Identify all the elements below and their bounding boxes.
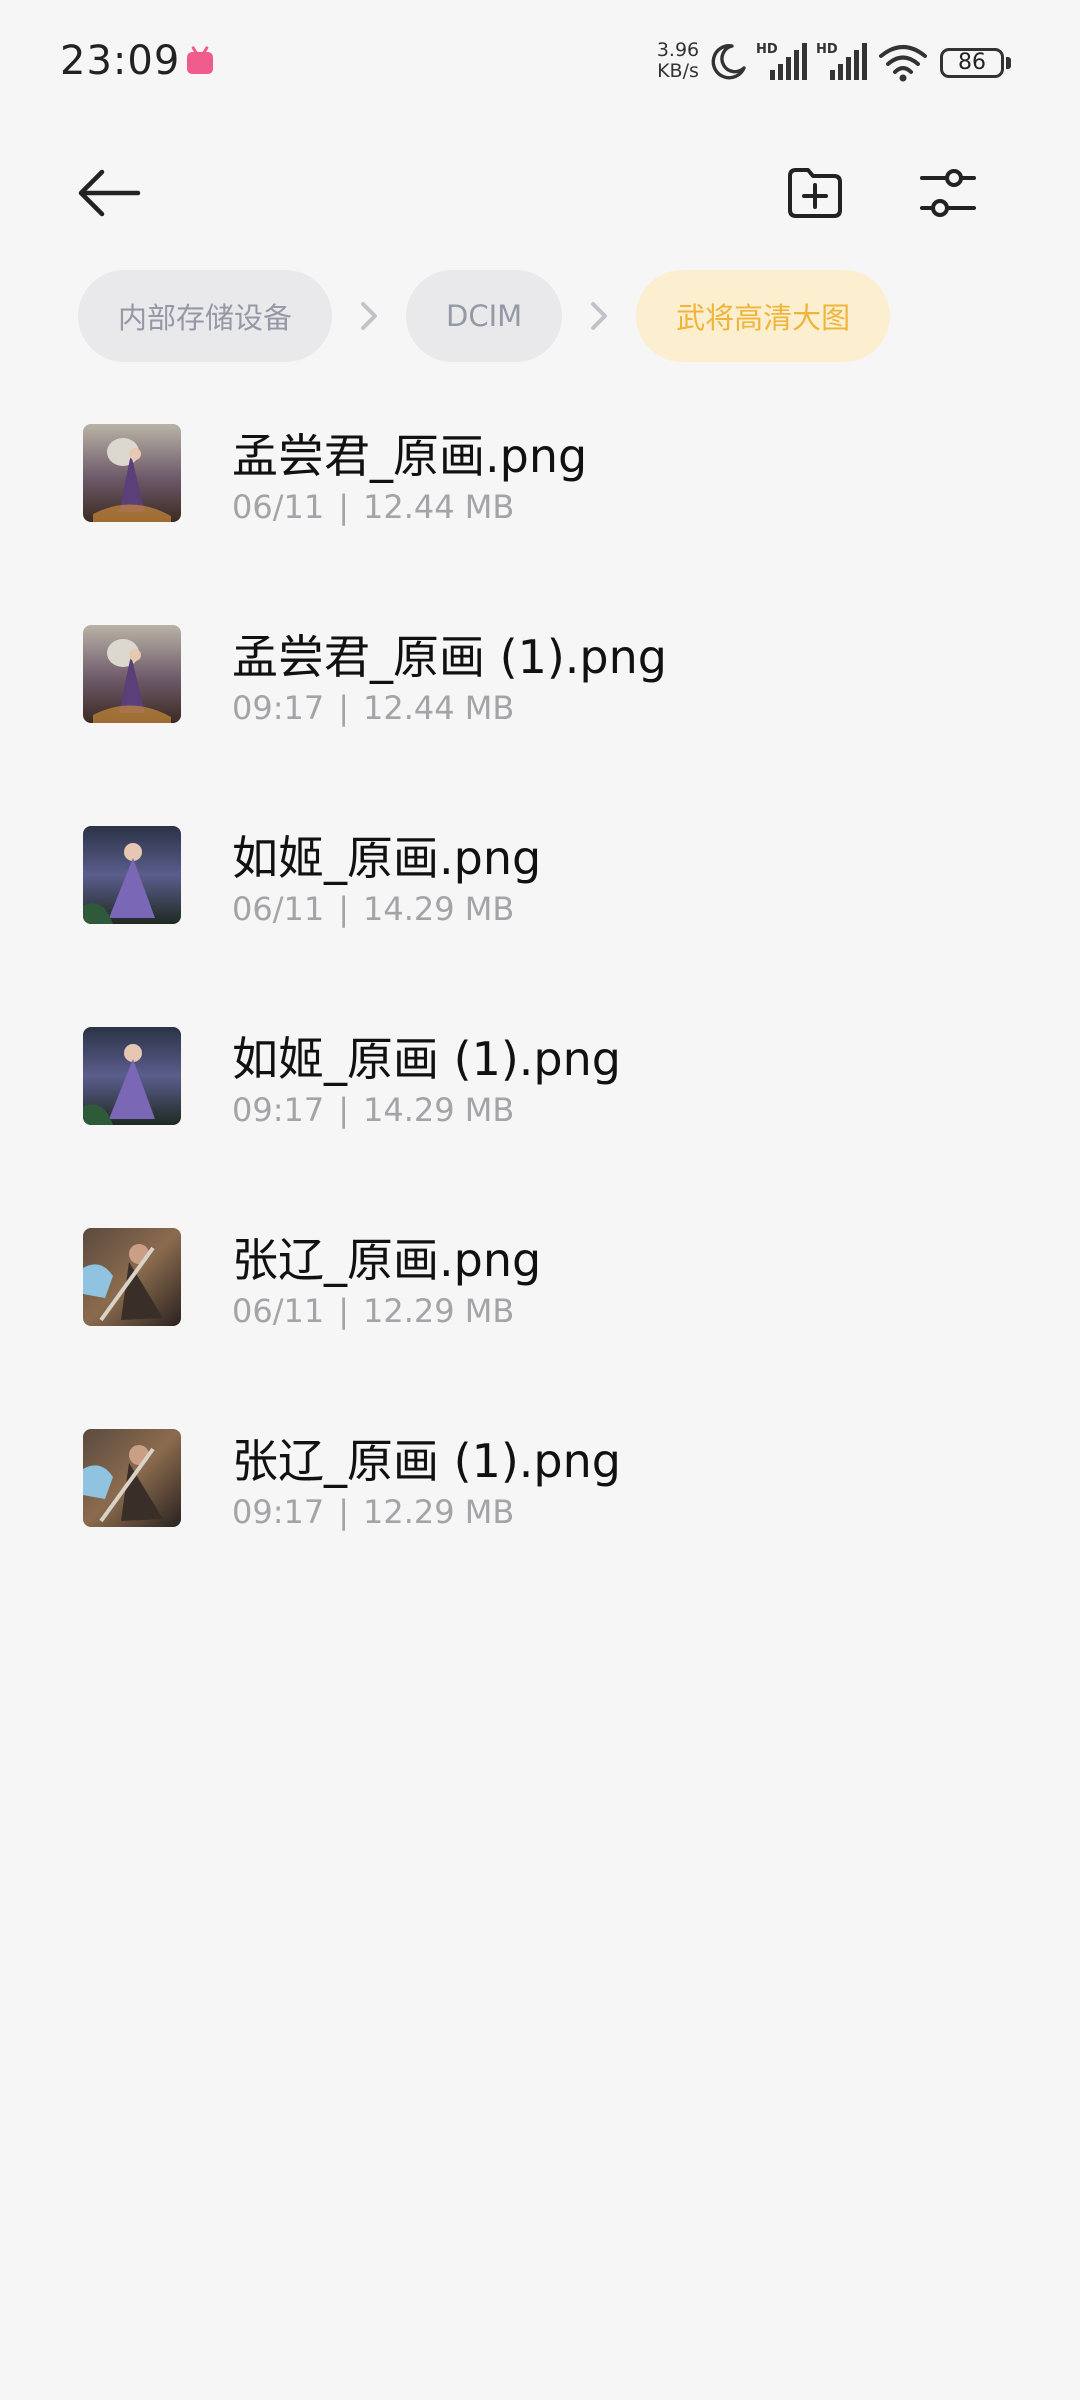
meta-divider: | xyxy=(338,1292,349,1330)
network-speed: 3.96 KB/s xyxy=(652,40,704,82)
file-name: 孟尝君_原画.png xyxy=(232,429,588,483)
file-name: 张辽_原画.png xyxy=(232,1233,542,1287)
hd-signal-icon: HD xyxy=(756,42,807,80)
file-date: 09:17 xyxy=(232,1493,325,1531)
file-size: 14.29 MB xyxy=(363,1091,515,1129)
file-name: 如姬_原画.png xyxy=(232,831,542,885)
svg-text:HD: HD xyxy=(756,42,778,57)
file-thumbnail xyxy=(83,424,181,522)
status-time: 23:09 xyxy=(60,38,181,84)
file-meta: 06/11 | 12.44 MB xyxy=(232,488,514,526)
file-meta: 09:17 | 12.29 MB xyxy=(232,1493,514,1531)
file-size: 14.29 MB xyxy=(363,890,515,928)
network-speed-unit: KB/s xyxy=(657,60,699,82)
file-name: 如姬_原画 (1).png xyxy=(232,1032,621,1086)
list-item[interactable]: 如姬_原画 (1).png 09:17 | 14.29 MB xyxy=(0,1003,1080,1204)
file-thumbnail xyxy=(83,625,181,723)
list-item[interactable]: 张辽_原画 (1).png 09:17 | 12.29 MB xyxy=(0,1405,1080,1606)
file-size: 12.29 MB xyxy=(363,1292,515,1330)
file-name: 张辽_原画 (1).png xyxy=(232,1434,621,1488)
sliders-icon[interactable] xyxy=(918,162,978,224)
breadcrumb-item-current-folder[interactable]: 武将高清大图 xyxy=(636,270,891,362)
breadcrumb-item-dcim[interactable]: DCIM xyxy=(406,270,563,362)
moon-icon xyxy=(711,44,746,80)
folder-plus-icon[interactable] xyxy=(786,164,844,222)
battery-tip xyxy=(1006,57,1011,69)
svg-text:HD: HD xyxy=(816,42,838,57)
file-date: 09:17 xyxy=(232,1091,325,1129)
file-date: 06/11 xyxy=(232,488,325,526)
file-size: 12.44 MB xyxy=(363,689,515,727)
list-item[interactable]: 孟尝君_原画.png 06/11 | 12.44 MB xyxy=(0,400,1080,601)
bilibili-icon xyxy=(187,52,213,74)
file-thumbnail xyxy=(83,1027,181,1125)
chevron-right-icon xyxy=(332,270,406,362)
list-item[interactable]: 张辽_原画.png 06/11 | 12.29 MB xyxy=(0,1204,1080,1405)
file-thumbnail xyxy=(83,1228,181,1326)
battery-icon: 86 xyxy=(940,48,1004,78)
hd-signal-icon: HD xyxy=(816,42,867,80)
arrow-left-icon[interactable] xyxy=(76,160,142,226)
file-date: 06/11 xyxy=(232,1292,325,1330)
file-date: 06/11 xyxy=(232,890,325,928)
breadcrumb: 内部存储设备 DCIM 武将高清大图 xyxy=(78,270,891,362)
file-meta: 09:17 | 14.29 MB xyxy=(232,1091,514,1129)
file-size: 12.29 MB xyxy=(363,1493,515,1531)
file-date: 09:17 xyxy=(232,689,325,727)
meta-divider: | xyxy=(338,488,349,526)
list-item[interactable]: 如姬_原画.png 06/11 | 14.29 MB xyxy=(0,802,1080,1003)
chevron-right-icon xyxy=(562,270,636,362)
file-meta: 06/11 | 12.29 MB xyxy=(232,1292,514,1330)
file-name: 孟尝君_原画 (1).png xyxy=(232,630,667,684)
list-item[interactable]: 孟尝君_原画 (1).png 09:17 | 12.44 MB xyxy=(0,601,1080,802)
status-bar: 23:09 3.96 KB/s HD HD 86 xyxy=(0,0,1080,120)
file-manager-screen: 23:09 3.96 KB/s HD HD 86 内部存储设备 DCIM 武将高… xyxy=(0,0,1080,2400)
file-meta: 06/11 | 14.29 MB xyxy=(232,890,514,928)
meta-divider: | xyxy=(338,1493,349,1531)
file-thumbnail xyxy=(83,1429,181,1527)
file-thumbnail xyxy=(83,826,181,924)
meta-divider: | xyxy=(338,890,349,928)
meta-divider: | xyxy=(338,689,349,727)
breadcrumb-item-internal-storage[interactable]: 内部存储设备 xyxy=(78,270,333,362)
network-speed-value: 3.96 xyxy=(656,39,700,61)
file-list: 孟尝君_原画.png 06/11 | 12.44 MB 孟尝君_原画 (1).png… xyxy=(0,400,1080,1606)
meta-divider: | xyxy=(338,1091,349,1129)
wifi-icon xyxy=(879,45,927,82)
file-meta: 09:17 | 12.44 MB xyxy=(232,689,514,727)
file-size: 12.44 MB xyxy=(363,488,515,526)
